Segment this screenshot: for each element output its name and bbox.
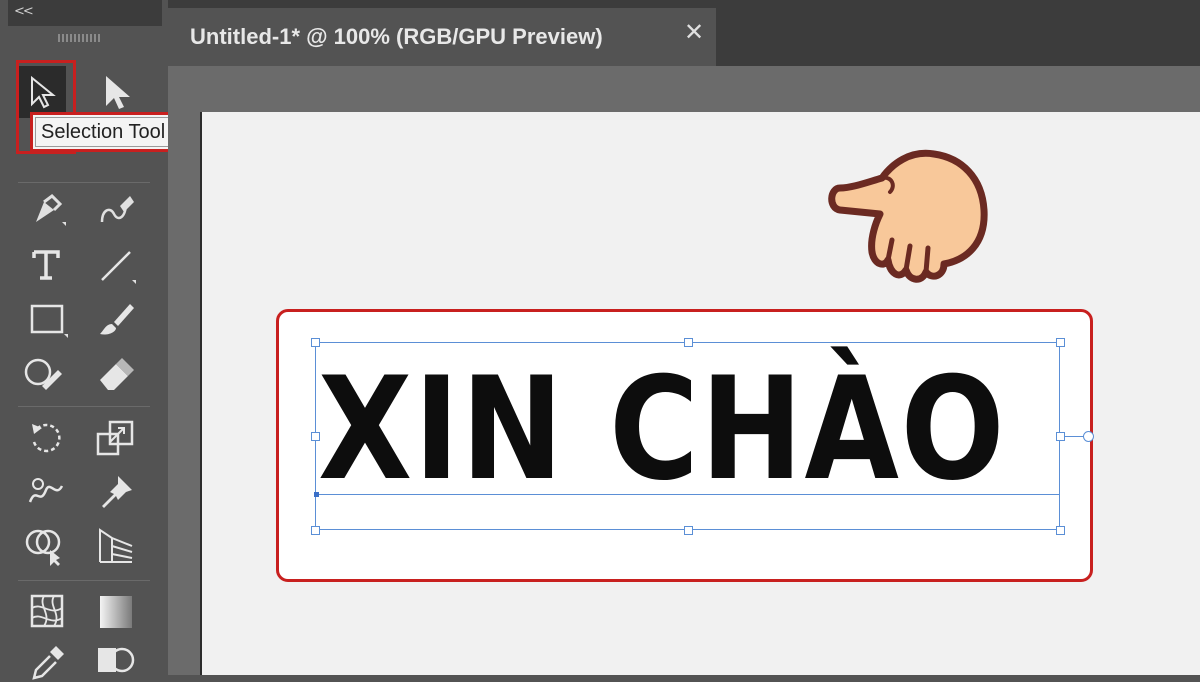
pen-icon bbox=[36, 194, 66, 226]
line-icon bbox=[101, 251, 136, 284]
shaper-icon bbox=[24, 358, 62, 390]
mesh-tool-button[interactable] bbox=[28, 592, 68, 632]
collapse-icon[interactable]: << bbox=[14, 4, 34, 19]
blend-tool-button[interactable] bbox=[96, 642, 136, 682]
document-tab[interactable]: Untitled-1* @ 100% (RGB/GPU Preview) ✕ bbox=[168, 8, 716, 66]
pin-icon bbox=[102, 476, 132, 508]
rotate-icon bbox=[32, 423, 61, 453]
selection-bounding-box[interactable] bbox=[315, 342, 1060, 530]
shape-builder-icon bbox=[25, 529, 61, 566]
pointing-hand-icon bbox=[826, 148, 992, 296]
curvature-pen-icon bbox=[100, 196, 134, 223]
perspective-grid-tool-button[interactable] bbox=[96, 526, 136, 566]
warp-tool-button[interactable] bbox=[26, 472, 66, 512]
tool-divider bbox=[18, 182, 150, 183]
gradient-icon bbox=[100, 596, 132, 628]
curvature-tool-button[interactable] bbox=[96, 192, 136, 232]
scale-tool-button[interactable] bbox=[96, 418, 136, 458]
paintbrush-tool-button[interactable] bbox=[96, 300, 136, 340]
pen-tool-button[interactable] bbox=[28, 192, 68, 232]
type-tool-button[interactable] bbox=[28, 246, 68, 286]
warp-icon bbox=[28, 478, 64, 503]
brush-icon bbox=[100, 304, 134, 335]
mesh-icon bbox=[30, 594, 64, 628]
rotate-handle[interactable] bbox=[1083, 431, 1094, 442]
line-tool-button[interactable] bbox=[96, 246, 136, 286]
handle-top-left[interactable] bbox=[311, 338, 320, 347]
perspective-grid-icon bbox=[99, 528, 133, 563]
scale-icon bbox=[96, 420, 134, 456]
baseline-anchor bbox=[314, 492, 319, 497]
rotate-tool-button[interactable] bbox=[26, 418, 66, 458]
text-baseline bbox=[315, 494, 1060, 495]
tool-divider bbox=[18, 580, 150, 581]
handle-bottom-center[interactable] bbox=[684, 526, 693, 535]
eyedropper-icon bbox=[32, 646, 64, 680]
blend-icon bbox=[98, 647, 135, 673]
close-icon[interactable]: ✕ bbox=[684, 18, 704, 46]
handle-middle-left[interactable] bbox=[311, 432, 320, 441]
rectangle-icon bbox=[30, 304, 68, 338]
gradient-tool-button[interactable] bbox=[96, 592, 136, 632]
direct-selection-tool-button[interactable] bbox=[98, 72, 138, 112]
handle-bottom-left[interactable] bbox=[311, 526, 320, 535]
eraser-tool-button[interactable] bbox=[96, 354, 136, 394]
document-tab-title: Untitled-1* @ 100% (RGB/GPU Preview) bbox=[190, 24, 603, 49]
handle-top-right[interactable] bbox=[1056, 338, 1065, 347]
handle-top-center[interactable] bbox=[684, 338, 693, 347]
puppet-warp-tool-button[interactable] bbox=[96, 472, 136, 512]
type-icon bbox=[32, 250, 60, 280]
tools-panel-header: << bbox=[8, 0, 162, 26]
eyedropper-tool-button[interactable] bbox=[28, 642, 68, 682]
eraser-icon bbox=[100, 358, 134, 390]
shaper-tool-button[interactable] bbox=[22, 354, 62, 394]
handle-bottom-right[interactable] bbox=[1056, 526, 1065, 535]
white-arrow-icon bbox=[106, 76, 130, 109]
panel-grip[interactable] bbox=[58, 34, 102, 42]
rectangle-tool-button[interactable] bbox=[28, 300, 68, 340]
tool-divider bbox=[18, 406, 150, 407]
shape-builder-tool-button[interactable] bbox=[24, 526, 64, 566]
